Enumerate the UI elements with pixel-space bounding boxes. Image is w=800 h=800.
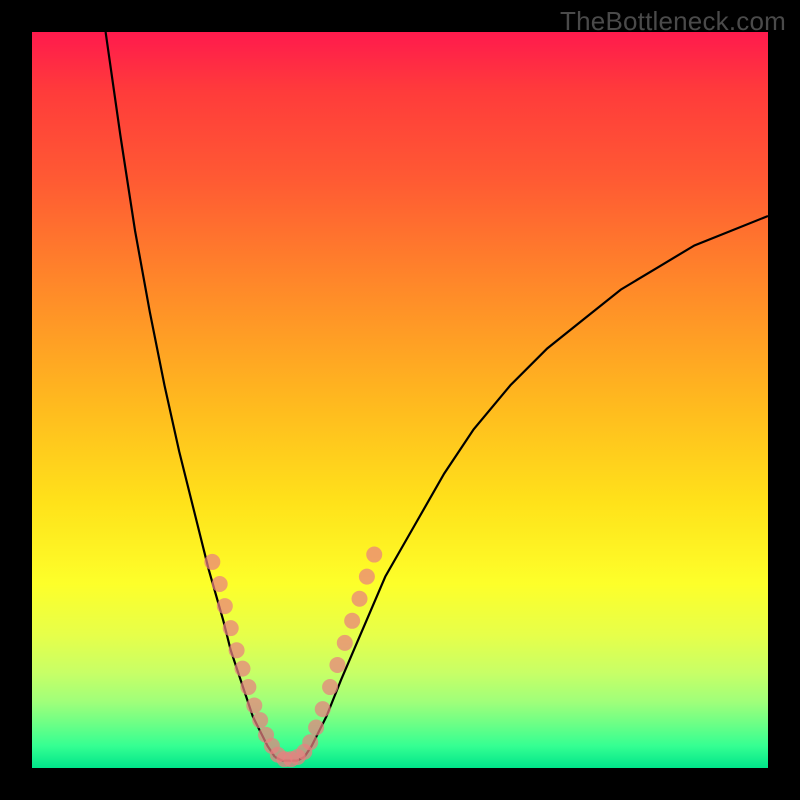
plot-area (32, 32, 768, 768)
highlight-dots (204, 547, 382, 768)
watermark-text: TheBottleneck.com (560, 6, 786, 37)
highlight-dot (223, 620, 239, 636)
highlight-dot (352, 591, 368, 607)
highlight-dot (240, 679, 256, 695)
highlight-dot (329, 657, 345, 673)
highlight-dot (252, 712, 268, 728)
highlight-dot (344, 613, 360, 629)
curve-left-branch (106, 32, 275, 757)
bottleneck-curve (106, 32, 768, 761)
highlight-dot (217, 598, 233, 614)
highlight-dot (229, 642, 245, 658)
curve-right-branch (304, 216, 768, 757)
curves-svg (32, 32, 768, 768)
highlight-dot (235, 661, 251, 677)
highlight-dot (302, 734, 318, 750)
highlight-dot (337, 635, 353, 651)
highlight-dot (246, 697, 262, 713)
highlight-dot (322, 679, 338, 695)
highlight-dot (212, 576, 228, 592)
highlight-dot (359, 569, 375, 585)
highlight-dot (204, 554, 220, 570)
highlight-dot (308, 720, 324, 736)
highlight-dot (315, 701, 331, 717)
highlight-dot (366, 547, 382, 563)
chart-frame: TheBottleneck.com (0, 0, 800, 800)
